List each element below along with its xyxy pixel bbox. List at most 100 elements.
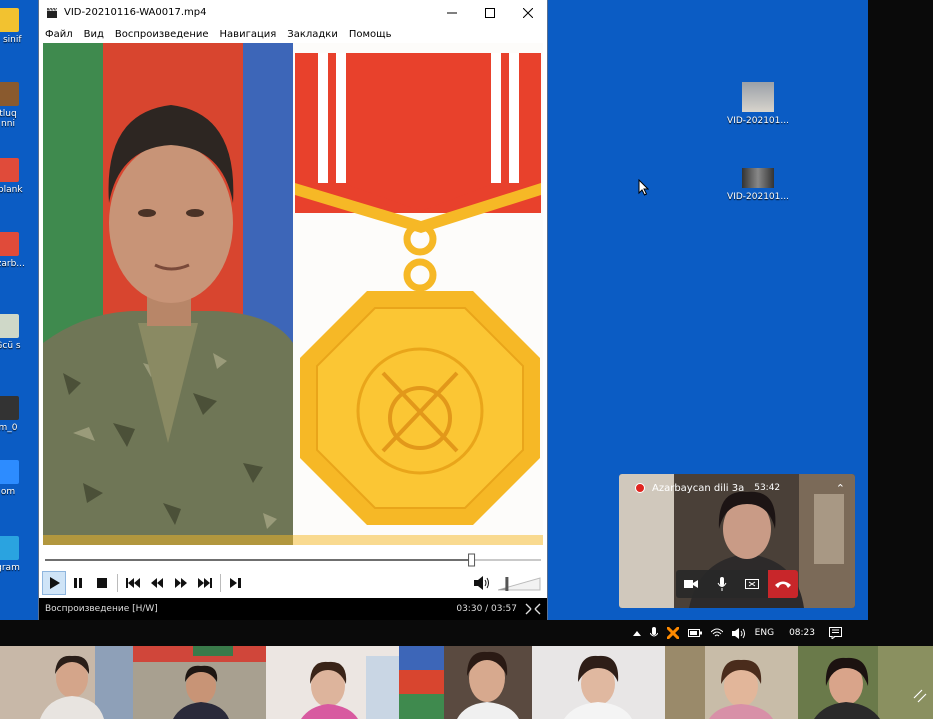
playback-time: 03:30 / 03:57 [456, 604, 517, 614]
more-options-icon[interactable]: ⌃ [836, 482, 845, 495]
desktop-icon[interactable]: _blank [0, 158, 28, 195]
participant-tile[interactable] [798, 646, 933, 719]
file-icon [0, 82, 19, 106]
window-titlebar[interactable]: VID-20210116-WA0017.mp4 [39, 0, 547, 25]
participant-video [399, 646, 532, 719]
participant-thumbnails [0, 646, 933, 719]
maximize-button[interactable] [471, 0, 509, 25]
menu-help[interactable]: Помощь [349, 29, 392, 40]
desktop-icon[interactable]: m_0 [0, 396, 28, 433]
file-icon [0, 314, 19, 338]
hang-up-icon [774, 581, 791, 588]
desktop-icon[interactable]: om [0, 460, 28, 497]
participant-tile[interactable] [266, 646, 399, 719]
participant-tile[interactable] [133, 646, 266, 719]
mouse-cursor-icon [638, 179, 649, 196]
participant-tile[interactable] [532, 646, 665, 719]
fast-forward-icon [175, 577, 187, 588]
play-icon [50, 576, 60, 589]
menu-view[interactable]: Вид [84, 29, 104, 40]
rewind-button[interactable] [145, 571, 169, 595]
participant-video [133, 646, 266, 719]
desktop-icon[interactable]: gram [0, 536, 28, 573]
desktop-video-file-2[interactable]: VID-202101... [718, 168, 798, 202]
seek-track[interactable] [39, 549, 547, 569]
tray-battery[interactable] [687, 628, 702, 638]
file-label: azarb... [0, 259, 25, 269]
video-frame[interactable] [43, 43, 543, 545]
seek-bar[interactable] [39, 549, 547, 569]
pause-icon [74, 577, 82, 588]
menu-playback[interactable]: Воспроизведение [115, 29, 209, 40]
file-label: VID-202101... [727, 192, 789, 202]
tray-volume[interactable] [731, 627, 746, 639]
video-thumbnail-icon [742, 82, 774, 112]
notifications-button[interactable] [829, 627, 842, 639]
minimize-icon [447, 12, 457, 13]
close-button[interactable] [509, 0, 547, 25]
fast-forward-button[interactable] [169, 571, 193, 595]
desktop-icon[interactable]: tluq nni [0, 82, 28, 129]
camera-button[interactable] [676, 570, 707, 598]
menu-navigation[interactable]: Навигация [220, 29, 277, 40]
next-button[interactable] [193, 571, 217, 595]
file-icon [0, 536, 19, 560]
language-indicator[interactable]: ENG [755, 628, 774, 638]
menu-file[interactable]: Файл [45, 29, 73, 40]
mute-button[interactable] [470, 571, 494, 595]
desktop-icon[interactable]: azarb... [0, 232, 28, 269]
media-player-window[interactable]: VID-20210116-WA0017.mp4 Файл Вид Воспрои… [39, 0, 547, 620]
share-screen-button[interactable] [737, 570, 768, 598]
microphone-button[interactable] [707, 570, 738, 598]
tray-wifi[interactable] [710, 628, 723, 638]
taskbar: ENG 08:23 [0, 620, 868, 646]
video-content-image [43, 43, 543, 545]
share-screen-icon [745, 578, 760, 589]
volume-slider[interactable] [498, 574, 544, 592]
wifi-icon [710, 628, 723, 637]
participant-video [0, 646, 133, 719]
desktop-icon[interactable]: Gcü s [0, 314, 28, 351]
desktop-video-file-1[interactable]: VID-202101... [718, 82, 798, 126]
seek-handle[interactable] [468, 553, 476, 567]
resize-grip-icon[interactable] [525, 603, 541, 615]
file-label: Gcü s [0, 341, 21, 351]
file-label: n sinif [0, 35, 22, 45]
player-status-bar: Воспроизведение [H/W] 03:30 / 03:57 [39, 598, 547, 620]
playback-controls [39, 569, 547, 596]
file-label: gram [0, 563, 20, 573]
play-button[interactable] [42, 570, 66, 595]
participant-tile[interactable] [0, 646, 133, 719]
hang-up-button[interactable] [767, 570, 798, 598]
file-icon [0, 8, 19, 32]
previous-button[interactable] [121, 571, 145, 595]
minimize-button[interactable] [433, 0, 471, 25]
clapperboard-icon [47, 7, 58, 18]
clock[interactable]: 08:23 [789, 628, 815, 638]
video-call-window[interactable]: Azarbaycan dili 3a 53:42 ⌃ [619, 474, 855, 608]
desktop-icon[interactable]: n sinif [0, 8, 28, 45]
file-label: _blank [0, 185, 23, 195]
file-label: VID-202101... [727, 116, 789, 126]
participant-tile[interactable] [665, 646, 798, 719]
show-hidden-icons-button[interactable] [632, 630, 641, 636]
microphone-icon [717, 577, 727, 591]
tray-app[interactable] [666, 627, 679, 639]
stop-button[interactable] [90, 571, 114, 595]
tray-microphone[interactable] [649, 627, 658, 639]
speaker-icon [731, 627, 745, 639]
maximize-icon [485, 7, 495, 18]
skip-previous-icon [126, 577, 140, 588]
menu-bookmarks[interactable]: Закладки [287, 29, 338, 40]
frame-step-button[interactable] [224, 571, 248, 595]
frame-step-icon [230, 577, 241, 588]
call-controls [676, 570, 798, 598]
participant-tile[interactable] [399, 646, 532, 719]
menu-bar: Файл Вид Воспроизведение Навигация Закла… [39, 25, 547, 43]
volume-handle[interactable] [505, 576, 509, 591]
file-label: m_0 [0, 423, 18, 433]
microphone-icon [649, 627, 658, 637]
camera-icon [684, 580, 699, 588]
pause-button[interactable] [66, 571, 90, 595]
participant-video [532, 646, 665, 719]
